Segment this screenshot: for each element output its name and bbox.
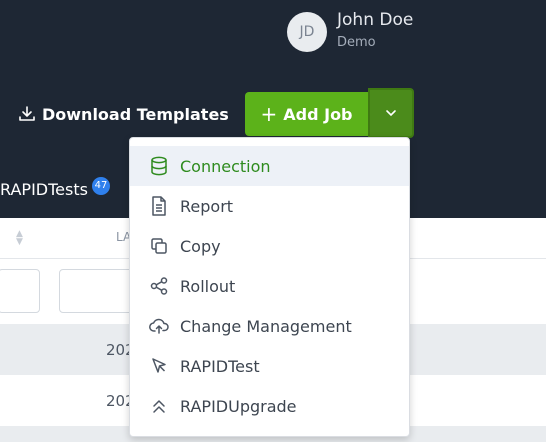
tab-rapidtests[interactable]: RAPIDTests 47 [0,176,110,199]
copy-icon [149,236,169,256]
user-role: Demo [337,35,376,50]
menu-item-label: Change Management [180,316,352,336]
menu-item-change-management[interactable]: Change Management [130,306,409,346]
menu-item-rapidupgrade[interactable]: RAPIDUpgrade [130,386,409,426]
avatar[interactable]: JD [287,12,327,52]
download-templates-button[interactable]: Download Templates [18,102,229,126]
count-badge: 47 [91,176,110,195]
filter-input[interactable] [0,269,40,313]
add-job-dropdown-menu: Connection Report Copy Rollout Change Ma… [129,137,410,437]
cloud-upload-icon [149,316,169,336]
plus-icon: + [260,102,278,126]
pointer-icon [149,356,169,376]
add-job-dropdown-toggle[interactable] [368,88,414,138]
share-icon [149,276,169,296]
menu-item-label: Rollout [180,276,236,296]
chevron-down-icon [386,110,396,117]
avatar-initials: JD [299,24,315,40]
menu-item-rapidtest[interactable]: RAPIDTest [130,346,409,386]
sort-icon[interactable]: ▲ ▼ [16,230,23,247]
menu-item-label: Connection [180,156,271,176]
menu-item-label: RAPIDUpgrade [180,396,297,416]
menu-item-rollout[interactable]: Rollout [130,266,409,306]
menu-item-label: Report [180,196,234,216]
add-job-button[interactable]: + Add Job [245,92,368,136]
menu-item-report[interactable]: Report [130,186,409,226]
menu-item-label: RAPIDTest [180,356,260,376]
chevrons-up-icon [149,396,169,416]
download-icon [19,106,35,121]
document-icon [149,196,169,216]
download-templates-label: Download Templates [42,104,229,124]
tab-rapidtests-label: RAPIDTests [0,180,88,199]
menu-item-copy[interactable]: Copy [130,226,409,266]
database-icon [149,156,169,176]
add-job-label: Add Job [283,104,353,124]
menu-item-connection[interactable]: Connection [130,146,409,186]
user-name: John Doe [337,10,414,30]
menu-item-label: Copy [180,236,221,256]
